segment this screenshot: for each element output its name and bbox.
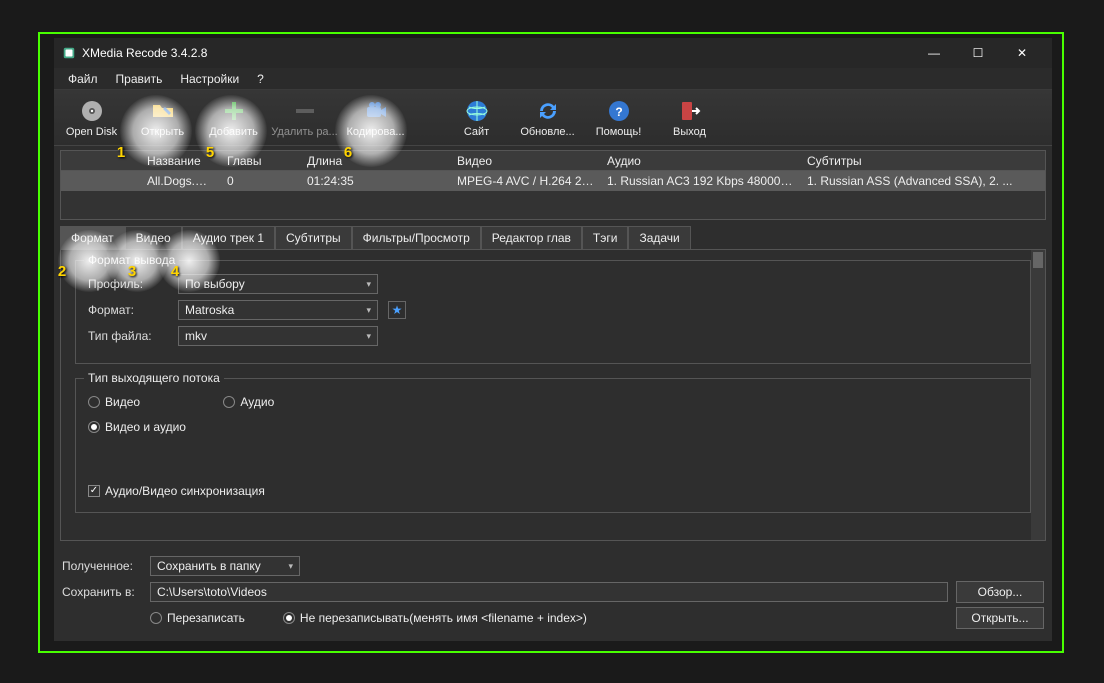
encode-button[interactable]: Кодирова... [340,92,411,144]
titlebar: XMedia Recode 3.4.2.8 — ☐ ✕ [54,38,1052,68]
window-title: XMedia Recode 3.4.2.8 [82,46,912,60]
site-button[interactable]: Сайт [441,92,512,144]
globe-icon [464,98,490,124]
cell-audio: 1. Russian AC3 192 Kbps 48000 Hz ... [601,172,801,190]
update-label: Обновле... [520,126,574,138]
saveto-label: Сохранить в: [62,585,142,599]
open-disk-button[interactable]: Open Disk [56,92,127,144]
toolbar: Open Disk Открыть Добавить Удалить ра...… [54,90,1052,146]
plus-icon [221,98,247,124]
minimize-button[interactable]: — [912,38,956,68]
radio-audio[interactable]: Аудио [223,395,274,409]
cell-name: All.Dogs.Go... [141,172,221,190]
badge-6: 6 [338,142,358,162]
tab-format[interactable]: Формат [60,226,125,249]
col-subs[interactable]: Субтитры [801,152,1045,170]
help-label: Помощь! [596,126,642,138]
open-disk-label: Open Disk [66,126,117,138]
app-icon [62,46,76,60]
exit-icon [677,98,703,124]
exit-label: Выход [673,126,706,138]
cell-chapters: 0 [221,172,301,190]
badge-3: 3 [122,261,142,281]
received-select[interactable]: Сохранить в папку▾ [150,556,300,576]
close-button[interactable]: ✕ [1000,38,1044,68]
cell-length: 01:24:35 [301,172,451,190]
camera-icon [363,98,389,124]
stream-type-group: Тип выходящего потока Видео Аудио Видео … [75,378,1031,513]
tabs: Формат Видео Аудио трек 1 Субтитры Фильт… [60,226,1046,250]
content-scrollbar[interactable] [1031,250,1045,540]
tab-subtitles[interactable]: Субтитры [275,226,352,249]
cell-subs: 1. Russian ASS (Advanced SSA), 2. ... [801,172,1045,190]
tab-filters[interactable]: Фильтры/Просмотр [352,226,481,249]
encode-label: Кодирова... [346,126,404,138]
menu-edit[interactable]: Править [108,70,171,88]
maximize-button[interactable]: ☐ [956,38,1000,68]
update-button[interactable]: Обновле... [512,92,583,144]
badge-1: 1 [111,142,131,162]
help-button[interactable]: ? Помощь! [583,92,654,144]
add-button[interactable]: Добавить [198,92,269,144]
format-label: Формат: [88,303,168,317]
tab-content: Формат вывода Профиль: По выбору▾ Формат… [60,250,1046,541]
col-video[interactable]: Видео [451,152,601,170]
badge-4: 4 [165,261,185,281]
col-audio[interactable]: Аудио [601,152,801,170]
menu-help[interactable]: ? [249,70,272,88]
file-row[interactable]: All.Dogs.Go... 0 01:24:35 MPEG-4 AVC / H… [61,171,1045,191]
filetype-label: Тип файла: [88,329,168,343]
footer: Полученное: Сохранить в папку▾ Сохранить… [54,547,1052,641]
radio-video[interactable]: Видео [88,395,140,409]
filetype-select[interactable]: mkv▾ [178,326,378,346]
delete-button[interactable]: Удалить ра... [269,92,340,144]
radio-both[interactable]: Видео и аудио [88,420,186,434]
favorite-button[interactable]: ★ [388,301,406,319]
col-length[interactable]: Длина [301,152,451,170]
site-label: Сайт [464,126,489,138]
tab-chapters[interactable]: Редактор глав [481,226,582,249]
add-label: Добавить [209,126,258,138]
cell-drag [61,179,141,183]
browse-button[interactable]: Обзор... [956,581,1044,603]
open-button[interactable]: Открыть [127,92,198,144]
badge-5: 5 [200,142,220,162]
menu-settings[interactable]: Настройки [172,70,247,88]
cell-video: MPEG-4 AVC / H.264 23.9... [451,172,601,190]
disc-icon [79,98,105,124]
badge-2: 2 [52,261,72,281]
col-chapters[interactable]: Главы [221,152,301,170]
help-icon: ? [606,98,632,124]
tab-audio1[interactable]: Аудио трек 1 [182,226,275,249]
refresh-icon [535,98,561,124]
sync-checkbox[interactable]: ✓Аудио/Видео синхронизация [88,484,265,498]
menu-file[interactable]: Файл [60,70,106,88]
folder-open-icon [150,98,176,124]
exit-button[interactable]: Выход [654,92,725,144]
radio-overwrite[interactable]: Перезаписать [150,611,245,625]
stream-type-title: Тип выходящего потока [84,371,224,385]
app-window: XMedia Recode 3.4.2.8 — ☐ ✕ Файл Править… [54,38,1052,641]
tab-tags[interactable]: Тэги [582,226,629,249]
radio-no-overwrite[interactable]: Не перезаписывать(менять имя <filename +… [283,611,587,625]
received-label: Полученное: [62,559,142,573]
menubar: Файл Править Настройки ? [54,68,1052,90]
format-select[interactable]: Matroska▾ [178,300,378,320]
minus-icon [292,98,318,124]
output-format-group: Формат вывода Профиль: По выбору▾ Формат… [75,260,1031,364]
profile-select[interactable]: По выбору▾ [178,274,378,294]
open-folder-button[interactable]: Открыть... [956,607,1044,629]
tab-tasks[interactable]: Задачи [628,226,690,249]
tab-video[interactable]: Видео [125,226,182,249]
open-label: Открыть [141,126,184,138]
delete-label: Удалить ра... [271,126,337,138]
star-icon: ★ [392,303,403,317]
saveto-field[interactable]: C:\Users\toto\Videos [150,582,948,602]
svg-text:?: ? [615,105,622,119]
